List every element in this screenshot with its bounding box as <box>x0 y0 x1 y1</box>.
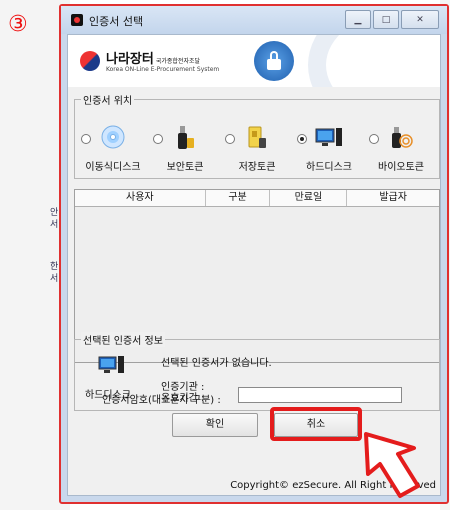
location-storage-token[interactable]: 저장토큰 <box>221 122 293 173</box>
title-bar[interactable]: 인증서 선택 ▁ □ ✕ <box>61 6 447 34</box>
location-label: 저장토큰 <box>238 162 276 173</box>
cd-disc-icon <box>97 122 129 152</box>
window-title: 인증서 선택 <box>89 15 144 28</box>
certificate-dialog: 인증서 선택 ▁ □ ✕ 나라장터 국가종합전자조달 Korea ON-Line … <box>59 4 449 504</box>
column-header[interactable]: 발급자 <box>347 190 439 206</box>
location-label: 바이오토큰 <box>378 162 424 173</box>
location-hard-disk[interactable]: 하드디스크 <box>293 122 365 173</box>
location-label: 하드디스크 <box>306 162 352 173</box>
location-bio-token[interactable]: 바이오토큰 <box>365 122 437 173</box>
security-token-icon <box>169 122 201 152</box>
logo-title: 나라장터 국가종합전자조달 <box>106 48 200 67</box>
radio-bio-token[interactable] <box>369 134 379 144</box>
maximize-icon: □ <box>381 14 391 25</box>
password-input[interactable] <box>238 387 402 403</box>
minimize-button[interactable]: ▁ <box>345 10 371 29</box>
cancel-highlight <box>270 407 362 441</box>
column-header[interactable]: 사용자 <box>75 190 206 206</box>
step-marker: ③ <box>8 12 28 37</box>
header-decoration <box>308 35 440 87</box>
pointer-arrow-icon <box>364 432 420 498</box>
location-removable-disk[interactable]: 이동식디스크 <box>77 122 149 173</box>
password-label: 인증서암호(대소문자 구분) : <box>102 395 221 406</box>
radio-hard-disk[interactable] <box>297 134 307 144</box>
location-group: 인증서 위치 이동식디스크 보안토큰 저장토큰 하드디스크 바이오토큰 <box>74 92 440 179</box>
confirm-button[interactable]: 확인 <box>172 413 258 437</box>
monitor-pc-icon <box>313 122 345 152</box>
background-text: 한 <box>50 262 59 272</box>
padlock-icon <box>254 41 294 81</box>
table-header: 사용자 구분 만료일 발급자 <box>75 190 439 207</box>
location-label: 보안토큰 <box>166 162 204 173</box>
minimize-icon: ▁ <box>354 14 362 25</box>
dialog-body: 나라장터 국가종합전자조달 Korea ON-Line E-Procurement… <box>67 34 441 496</box>
selected-info-label: 선택된 인증서 정보 <box>81 332 165 347</box>
close-button[interactable]: ✕ <box>401 10 439 29</box>
brand-header: 나라장터 국가종합전자조달 Korea ON-Line E-Procurement… <box>68 35 440 87</box>
logo-main-text: 나라장터 <box>106 52 154 67</box>
background-text: 서 <box>50 220 59 230</box>
naraa-logo-icon <box>80 51 100 71</box>
column-header[interactable]: 구분 <box>206 190 271 206</box>
location-group-label: 인증서 위치 <box>81 92 135 107</box>
radio-security-token[interactable] <box>153 134 163 144</box>
logo-main-sub: 국가종합전자조달 <box>155 58 201 65</box>
close-icon: ✕ <box>416 14 424 25</box>
location-label: 이동식디스크 <box>85 162 141 173</box>
background-text: 서 <box>50 274 59 284</box>
background-text: 안 <box>50 208 59 218</box>
radio-storage-token[interactable] <box>225 134 235 144</box>
radio-removable-disk[interactable] <box>81 134 91 144</box>
no-certificate-message: 선택된 인증서가 없습니다. <box>161 358 272 369</box>
maximize-button[interactable]: □ <box>373 10 399 29</box>
fingerprint-token-icon <box>385 122 417 152</box>
storage-token-icon <box>241 122 273 152</box>
logo-subtitle: Korea ON-Line E-Procurement System <box>106 66 220 73</box>
location-security-token[interactable]: 보안토큰 <box>149 122 221 173</box>
monitor-pc-icon <box>97 354 127 379</box>
column-header[interactable]: 만료일 <box>270 190 348 206</box>
app-icon <box>71 14 83 26</box>
